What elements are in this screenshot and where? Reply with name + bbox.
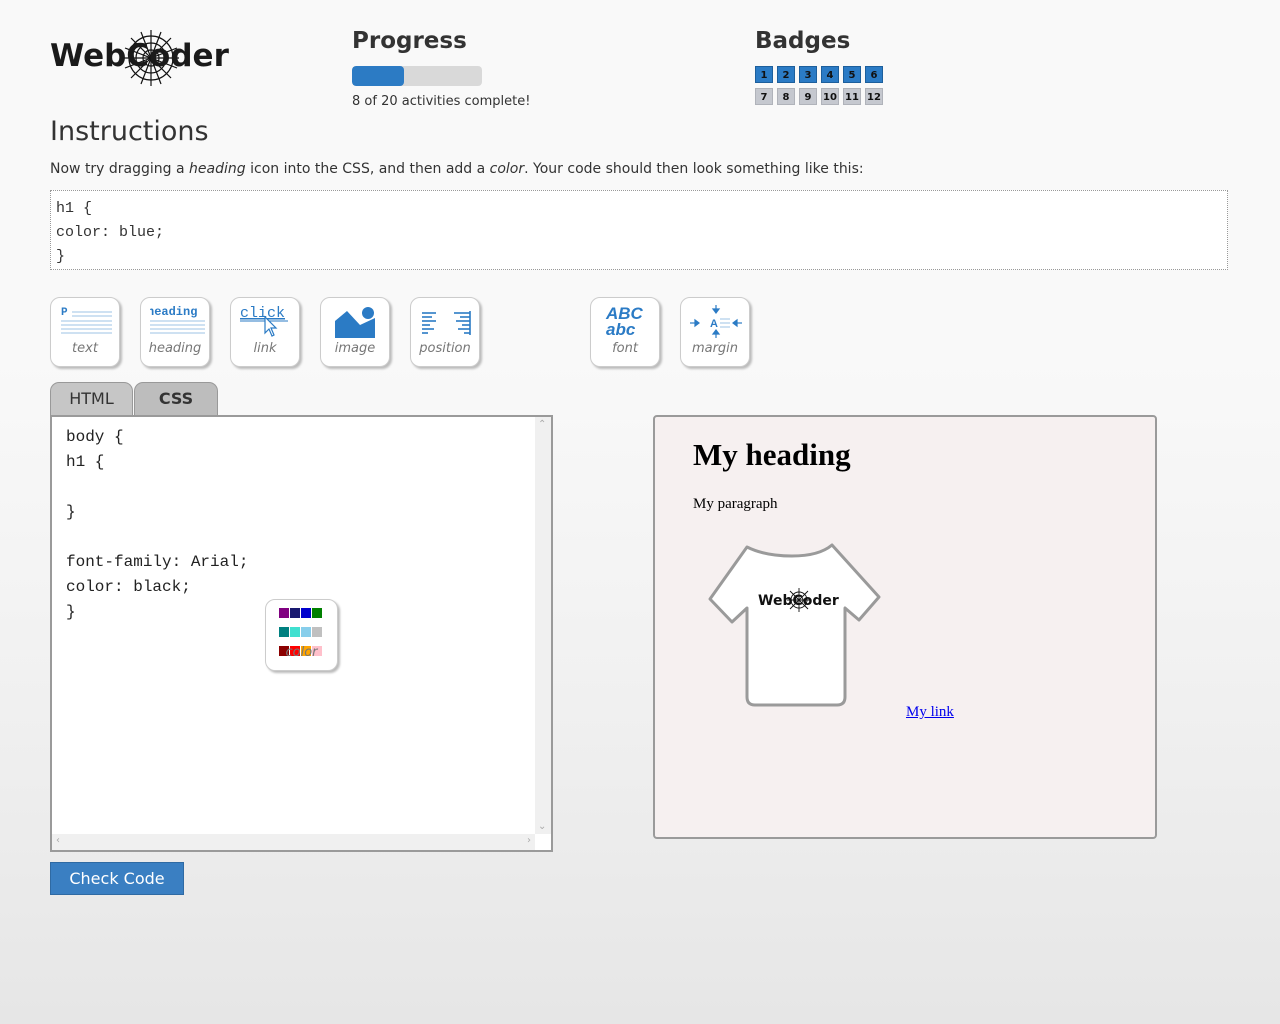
instructions-keyword-color: color bbox=[489, 161, 525, 177]
check-code-button[interactable]: Check Code bbox=[50, 862, 184, 895]
code-example-line: } bbox=[56, 248, 66, 265]
preview-heading: My heading bbox=[693, 437, 851, 472]
color-swatch bbox=[290, 627, 300, 637]
font-icon-lower: abc bbox=[606, 320, 636, 339]
instructions-text-part: icon into the CSS, and then add a bbox=[245, 161, 490, 177]
tool-label: margin bbox=[691, 341, 739, 356]
tool-position[interactable]: position bbox=[410, 297, 480, 367]
tab-html[interactable]: HTML bbox=[50, 382, 133, 416]
badges-grid: 1 2 3 4 5 6 7 8 9 10 11 12 bbox=[755, 66, 895, 110]
badge: 4 bbox=[821, 66, 839, 83]
code-line: } bbox=[66, 603, 76, 621]
code-line: h1 { bbox=[66, 453, 105, 471]
paragraph-icon: P bbox=[61, 307, 112, 334]
tool-text[interactable]: P text bbox=[50, 297, 120, 367]
tshirt-logo-text: WebCoder bbox=[758, 593, 839, 609]
horizontal-scrollbar[interactable]: ‹ › bbox=[52, 834, 535, 850]
vertical-scrollbar[interactable]: ⌃ ⌄ bbox=[535, 417, 551, 834]
preview-link[interactable]: My link bbox=[906, 704, 954, 721]
badge: 7 bbox=[755, 88, 773, 105]
align-icon bbox=[422, 311, 471, 335]
tool-link[interactable]: click link bbox=[230, 297, 300, 367]
badge: 8 bbox=[777, 88, 795, 105]
margin-icon: A bbox=[690, 305, 742, 338]
instructions-text: Now try dragging a heading icon into the… bbox=[50, 161, 864, 177]
tool-label: heading bbox=[148, 341, 202, 356]
progress-bar bbox=[352, 66, 482, 86]
code-line: color: black; bbox=[66, 578, 191, 596]
code-line: } bbox=[66, 503, 76, 521]
tool-label: text bbox=[72, 341, 98, 356]
badge: 2 bbox=[777, 66, 795, 83]
tool-label: link bbox=[253, 341, 277, 356]
color-swatch bbox=[279, 608, 289, 618]
image-icon bbox=[335, 307, 375, 338]
code-example-line: color: blue; bbox=[56, 224, 165, 241]
logo-text: WebCoder bbox=[50, 38, 229, 74]
instructions-keyword-heading: heading bbox=[189, 161, 246, 177]
code-line: font-family: Arial; bbox=[66, 553, 249, 571]
progress-status: 8 of 20 activities complete! bbox=[352, 94, 531, 109]
paragraph-icon-letter: P bbox=[61, 307, 68, 319]
scroll-right-icon[interactable]: › bbox=[527, 835, 531, 846]
badge: 12 bbox=[865, 88, 883, 105]
instructions-text-part: . Your code should then look something l… bbox=[524, 161, 864, 177]
badge: 6 bbox=[865, 66, 883, 83]
preview-paragraph: My paragraph bbox=[693, 496, 778, 512]
tool-font[interactable]: ABC abc font bbox=[590, 297, 660, 367]
tool-label: image bbox=[334, 341, 376, 356]
progress-bar-fill bbox=[352, 66, 404, 86]
color-swatch bbox=[301, 608, 311, 618]
instructions-text-part: Now try dragging a bbox=[50, 161, 190, 177]
tool-color[interactable]: color bbox=[265, 599, 338, 671]
badge: 11 bbox=[843, 88, 861, 105]
scroll-down-icon[interactable]: ⌄ bbox=[538, 821, 546, 832]
code-example-line: h1 { bbox=[56, 200, 93, 217]
badge: 3 bbox=[799, 66, 817, 83]
scroll-left-icon[interactable]: ‹ bbox=[56, 835, 60, 846]
badge: 1 bbox=[755, 66, 773, 83]
badges-title: Badges bbox=[755, 28, 851, 54]
color-swatch bbox=[312, 608, 322, 618]
tool-label: font bbox=[612, 341, 638, 356]
tool-label: position bbox=[419, 341, 471, 356]
color-swatch bbox=[301, 627, 311, 637]
instructions-title: Instructions bbox=[50, 116, 209, 147]
tool-heading[interactable]: heading heading bbox=[140, 297, 210, 367]
badge: 9 bbox=[799, 88, 817, 105]
link-icon-text: click bbox=[240, 305, 285, 322]
link-icon: click bbox=[240, 305, 288, 337]
heading-icon: heading bbox=[150, 305, 205, 334]
heading-icon-text: heading bbox=[150, 305, 197, 319]
code-line: body { bbox=[66, 428, 124, 446]
preview-tshirt-image: WebCoder bbox=[707, 542, 885, 714]
tool-image[interactable]: image bbox=[320, 297, 390, 367]
tool-margin[interactable]: A margin bbox=[680, 297, 750, 367]
tool-label: color bbox=[285, 645, 318, 660]
css-editor-code[interactable]: body { h1 { } font-family: Arial; color:… bbox=[66, 425, 248, 625]
webcoder-logo: WebCoder bbox=[50, 28, 229, 92]
color-swatch bbox=[279, 627, 289, 637]
tab-css[interactable]: CSS bbox=[134, 382, 218, 416]
tshirt-image: WebCoder bbox=[708, 543, 881, 707]
scroll-up-icon[interactable]: ⌃ bbox=[538, 419, 546, 430]
margin-icon-letter: A bbox=[710, 318, 718, 330]
badge: 5 bbox=[843, 66, 861, 83]
code-example: h1 { color: blue; } bbox=[50, 190, 1228, 270]
color-swatch bbox=[290, 608, 300, 618]
progress-title: Progress bbox=[352, 28, 467, 54]
color-swatch bbox=[312, 627, 322, 637]
badge: 10 bbox=[821, 88, 839, 105]
font-icon: ABC abc bbox=[605, 304, 644, 339]
